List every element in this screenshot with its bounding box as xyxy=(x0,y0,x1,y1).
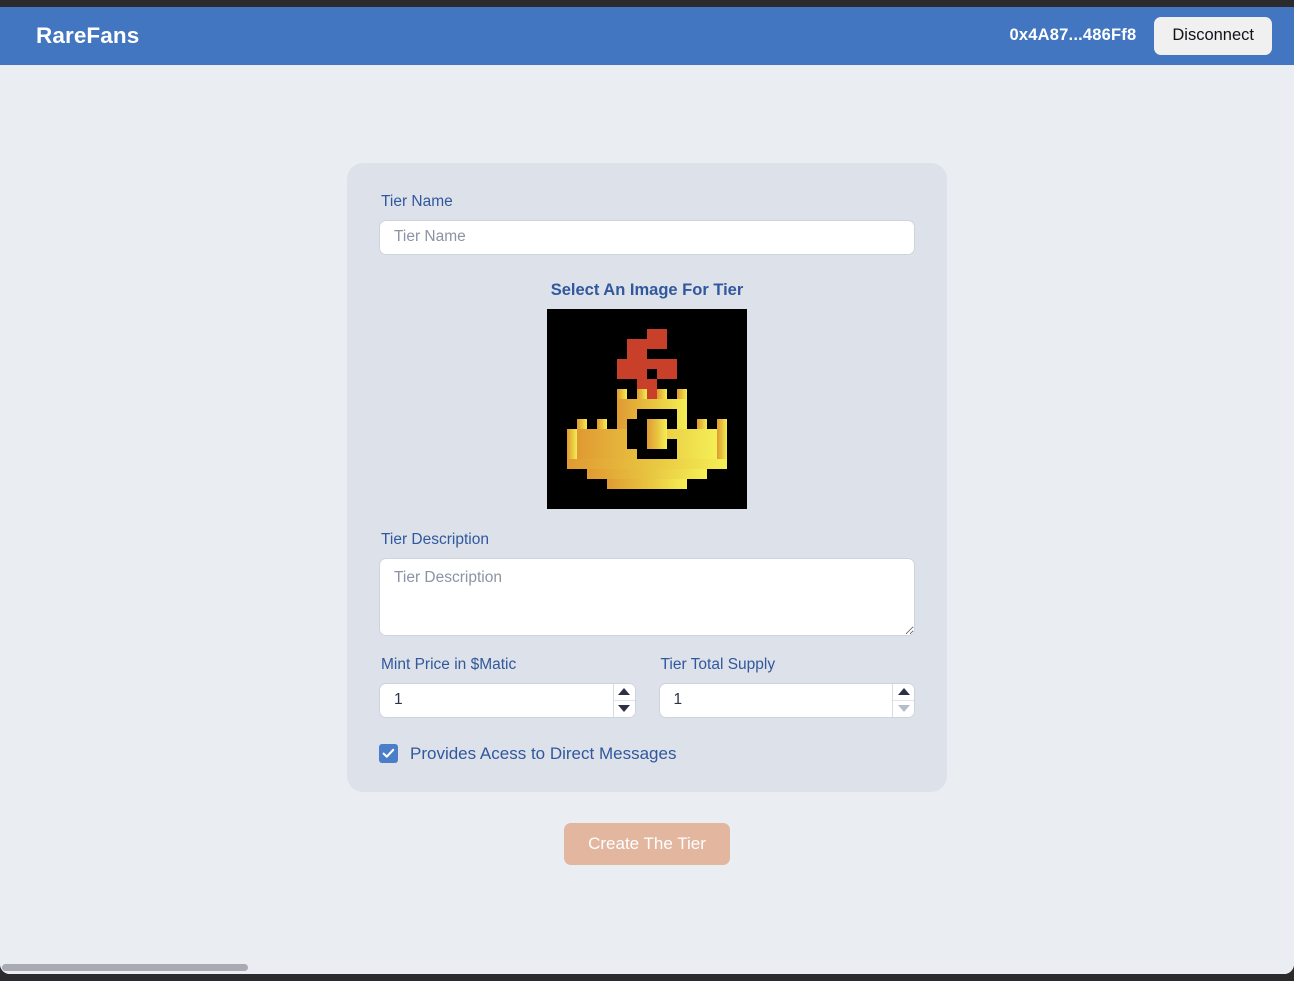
tier-description-field-group: Tier Description xyxy=(379,531,915,636)
window-titlebar xyxy=(0,0,1294,7)
mint-price-input-wrap xyxy=(379,682,636,718)
mint-price-stepper xyxy=(612,683,635,717)
pixel-crown-logo-icon[interactable] xyxy=(547,309,747,510)
tier-total-supply-field-group: Tier Total Supply xyxy=(658,655,915,718)
tier-total-supply-label: Tier Total Supply xyxy=(660,655,776,673)
numeric-fields-row: Mint Price in $Matic Tier Total Supply xyxy=(379,656,915,718)
browser-window: RareFans 0x4A87...486Ff8 Disconnect Tier… xyxy=(0,0,1294,981)
dm-access-checkbox[interactable] xyxy=(379,744,398,764)
chevron-down-icon xyxy=(897,705,910,713)
tier-image-label: Select An Image For Tier xyxy=(550,280,744,299)
wallet-address-label: 0x4A87...486Ff8 xyxy=(1009,26,1137,45)
create-tier-form-card: Tier Name Select An Image For Tier xyxy=(347,163,947,792)
horizontal-scrollbar[interactable] xyxy=(0,963,1294,972)
check-icon xyxy=(382,749,395,758)
tier-total-supply-input-wrap xyxy=(658,682,915,718)
brand-logo-text[interactable]: RareFans xyxy=(36,23,139,49)
dm-access-label: Provides Acess to Direct Messages xyxy=(410,743,677,763)
tier-total-supply-input[interactable] xyxy=(658,682,915,718)
create-tier-button[interactable]: Create The Tier xyxy=(564,822,730,866)
tier-name-field-group: Tier Name xyxy=(379,193,915,255)
page-viewport: RareFans 0x4A87...486Ff8 Disconnect Tier… xyxy=(0,7,1294,974)
dm-access-row[interactable]: Provides Acess to Direct Messages xyxy=(379,744,915,764)
mint-price-decrement-button[interactable] xyxy=(613,700,635,717)
disconnect-button[interactable]: Disconnect xyxy=(1154,17,1272,55)
tier-description-label: Tier Description xyxy=(381,531,489,549)
header-actions: 0x4A87...486Ff8 Disconnect xyxy=(1010,17,1272,55)
tier-total-supply-stepper xyxy=(892,683,914,717)
mint-price-increment-button[interactable] xyxy=(613,683,635,700)
mint-price-field-group: Mint Price in $Matic xyxy=(379,656,636,718)
tier-name-label: Tier Name xyxy=(381,193,453,210)
chevron-up-icon xyxy=(618,688,630,696)
mint-price-label: Mint Price in $Matic xyxy=(381,655,517,673)
tier-image-field-group: Select An Image For Tier xyxy=(379,281,915,510)
mint-price-input[interactable] xyxy=(379,682,636,718)
tier-name-input[interactable] xyxy=(379,219,915,255)
page-body: Tier Name Select An Image For Tier xyxy=(0,65,1294,974)
chevron-up-icon xyxy=(897,688,910,696)
horizontal-scrollbar-thumb[interactable] xyxy=(2,964,248,971)
app-header: RareFans 0x4A87...486Ff8 Disconnect xyxy=(0,7,1294,65)
tier-description-input[interactable] xyxy=(379,557,915,636)
chevron-down-icon xyxy=(618,705,630,713)
tier-total-supply-increment-button[interactable] xyxy=(893,683,914,700)
tier-total-supply-decrement-button xyxy=(893,700,914,717)
